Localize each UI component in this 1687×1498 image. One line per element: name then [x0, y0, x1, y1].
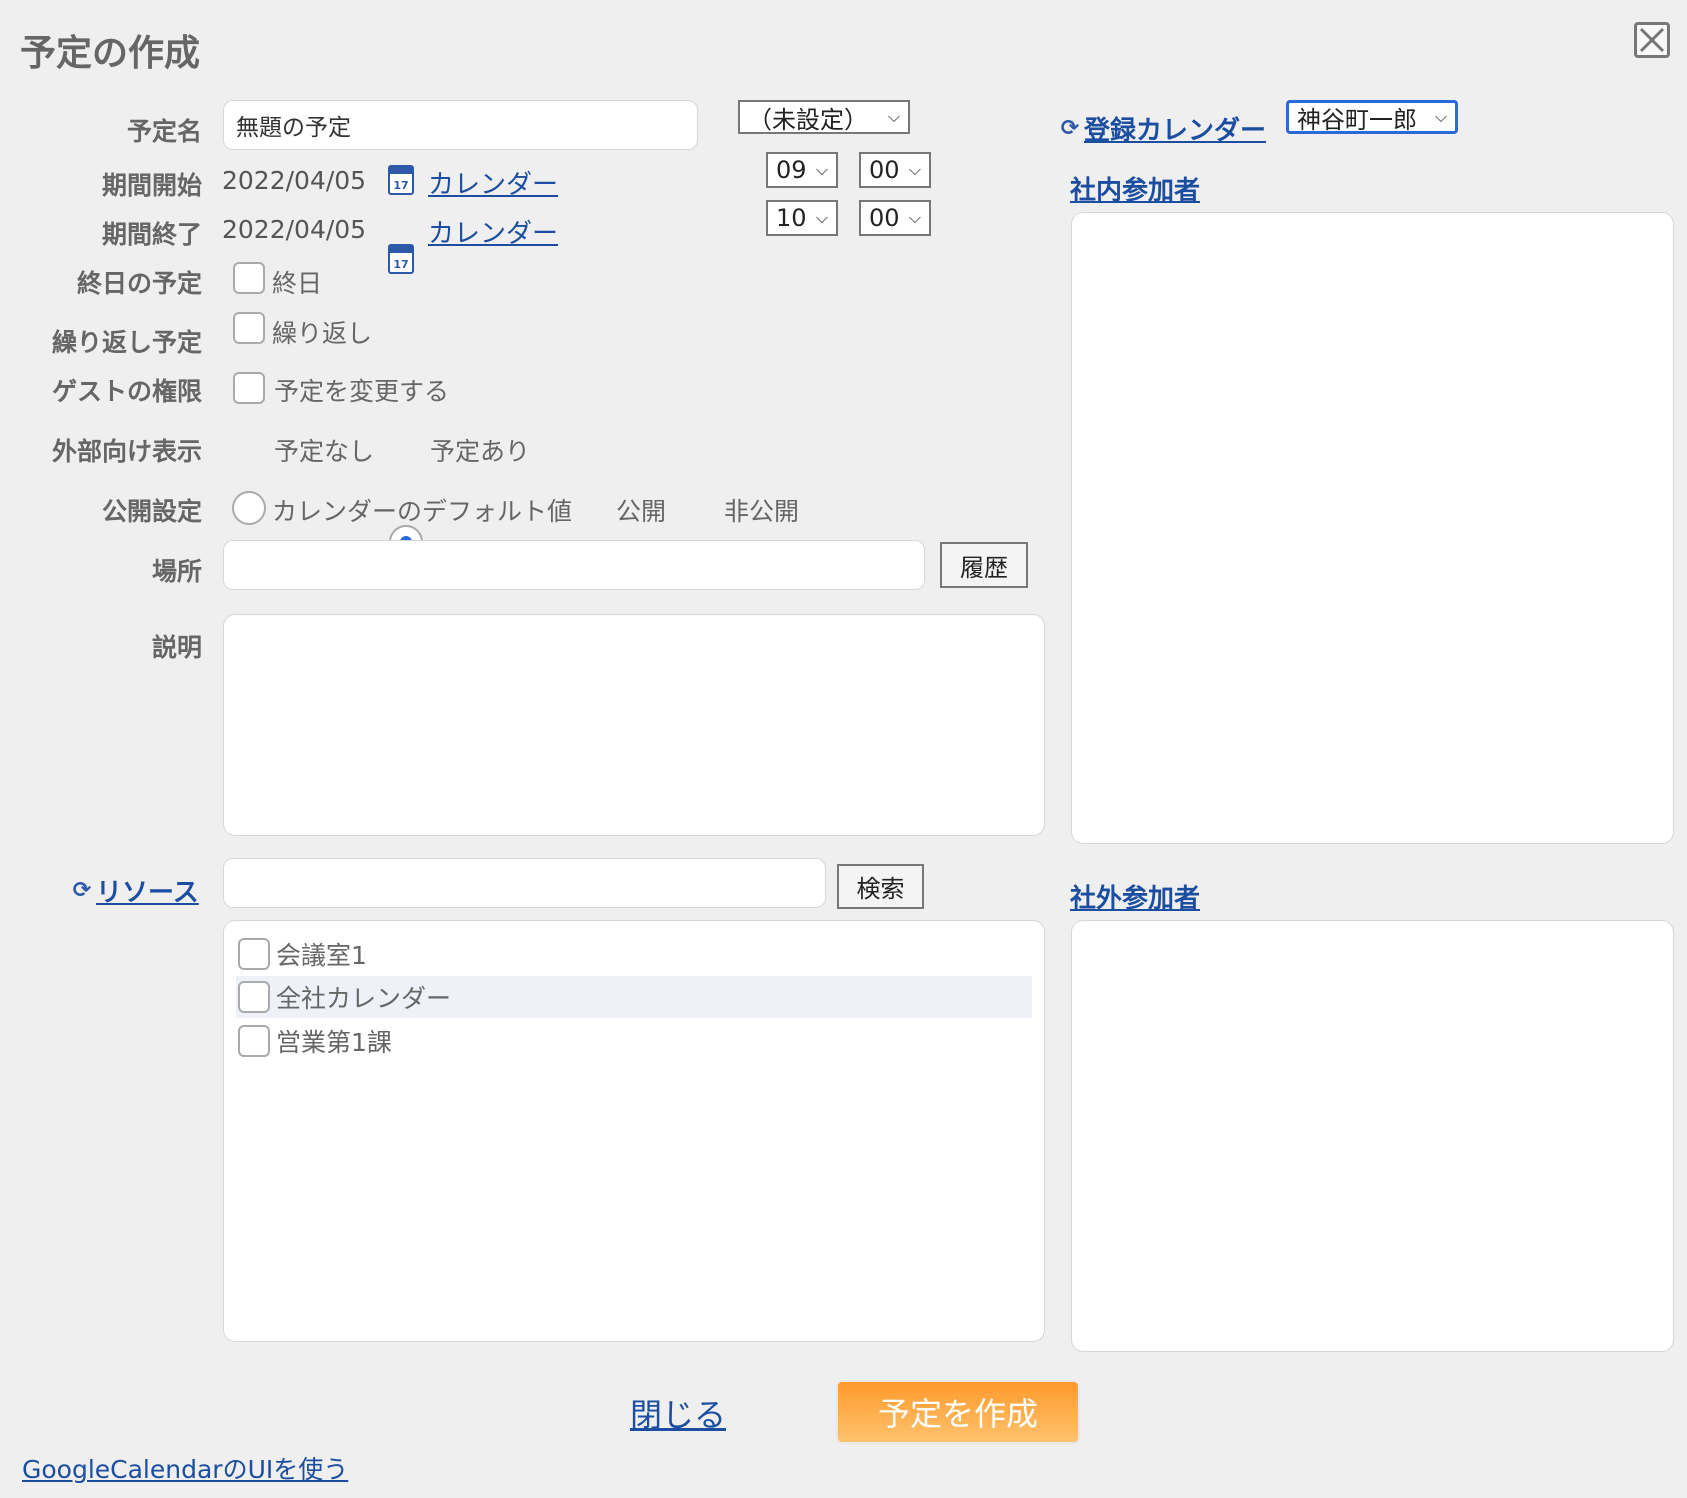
end-date: 2022/04/05 [222, 215, 367, 244]
calendar-icon[interactable]: 17 [388, 165, 414, 195]
label-visibility: 公開設定 [101, 497, 202, 526]
label-repeat: 繰り返し予定 [51, 328, 202, 357]
guest-modify-checkbox[interactable] [233, 372, 265, 404]
end-hour-select[interactable]: 10 ⌵ [766, 200, 838, 236]
register-calendar-link[interactable]: 登録カレンダー [1084, 110, 1266, 147]
label-guest-permission: ゲストの権限 [51, 377, 202, 406]
search-button[interactable]: 検索 [837, 864, 924, 909]
calendar-icon[interactable]: 17 [388, 244, 414, 274]
resource-label[interactable]: ⟳ リソース [72, 872, 199, 909]
start-hour-value: 09 [776, 156, 807, 184]
internal-participants-list[interactable] [1071, 212, 1674, 844]
resource-checkbox[interactable] [238, 938, 270, 970]
start-hour-select[interactable]: 09 ⌵ [766, 152, 838, 188]
list-item[interactable]: 会議室1 [236, 933, 1032, 975]
label-end: 期間終了 [101, 220, 202, 249]
location-input[interactable] [223, 540, 925, 590]
resource-label: 全社カレンダー [276, 984, 452, 1013]
create-event-button[interactable]: 予定を作成 [836, 1380, 1080, 1444]
visibility-public-label: 公開 [616, 497, 667, 526]
end-calendar-link[interactable]: カレンダー [428, 213, 558, 250]
chevron-down-icon: ⌵ [815, 160, 828, 179]
register-calendar-select[interactable]: 神谷町一郎 ⌵ [1286, 100, 1458, 134]
chevron-down-icon: ⌵ [887, 107, 900, 126]
start-minute-value: 00 [869, 156, 900, 184]
all-day-checkbox[interactable] [233, 262, 265, 294]
chevron-down-icon: ⌵ [815, 208, 828, 227]
history-button[interactable]: 履歴 [940, 542, 1028, 588]
label-title: 予定名 [126, 117, 202, 146]
external-none-radio[interactable] [232, 491, 266, 525]
dialog-title: 予定の作成 [20, 33, 201, 74]
visibility-default-label: カレンダーのデフォルト値 [272, 497, 573, 526]
resource-label: 会議室1 [276, 941, 367, 970]
list-item[interactable]: 全社カレンダー [236, 976, 1032, 1018]
refresh-icon: ⟳ [1060, 115, 1080, 141]
label-external-view: 外部向け表示 [51, 437, 202, 466]
repeat-checkbox[interactable] [233, 312, 265, 344]
external-participants-list[interactable] [1071, 920, 1674, 1352]
google-ui-link[interactable]: GoogleCalendarのUIを使う [22, 1450, 348, 1486]
visibility-private-label: 非公開 [724, 497, 800, 526]
chevron-down-icon: ⌵ [908, 208, 921, 227]
description-textarea[interactable] [223, 614, 1045, 836]
external-busy-label: 予定あり [430, 437, 531, 466]
repeat-label: 繰り返し [272, 319, 373, 348]
start-date: 2022/04/05 [222, 166, 367, 195]
category-select[interactable]: （未設定） ⌵ [738, 100, 910, 134]
close-link[interactable]: 閉じる [630, 1390, 726, 1436]
list-item[interactable]: 営業第1課 [236, 1020, 1032, 1062]
category-select-value: （未設定） [748, 105, 868, 134]
guest-modify-label: 予定を変更する [274, 377, 450, 406]
start-minute-select[interactable]: 00 ⌵ [859, 152, 931, 188]
external-none-label: 予定なし [274, 437, 375, 466]
all-day-label: 終日 [272, 269, 323, 298]
register-calendar[interactable]: ⟳ 登録カレンダー [1060, 110, 1266, 147]
chevron-down-icon: ⌵ [908, 160, 921, 179]
external-participants-link[interactable]: 社外参加者 [1070, 878, 1200, 915]
label-description: 説明 [151, 633, 202, 662]
chevron-down-icon: ⌵ [1434, 107, 1447, 126]
end-minute-select[interactable]: 00 ⌵ [859, 200, 931, 236]
resource-search-input[interactable] [223, 858, 826, 908]
refresh-icon: ⟳ [72, 877, 92, 903]
end-hour-value: 10 [776, 204, 807, 232]
resource-label: 営業第1課 [276, 1028, 392, 1057]
start-calendar-link[interactable]: カレンダー [428, 164, 558, 201]
internal-participants-link[interactable]: 社内参加者 [1070, 170, 1200, 207]
title-input[interactable]: 無題の予定 [223, 100, 698, 150]
register-calendar-value: 神谷町一郎 [1297, 105, 1417, 134]
resource-checkbox[interactable] [238, 981, 270, 1013]
close-icon[interactable] [1634, 22, 1670, 58]
label-all-day: 終日の予定 [76, 269, 202, 298]
end-minute-value: 00 [869, 204, 900, 232]
resource-link[interactable]: リソース [96, 872, 199, 909]
label-start: 期間開始 [101, 171, 202, 200]
label-location: 場所 [151, 557, 202, 586]
resource-checkbox[interactable] [238, 1025, 270, 1057]
